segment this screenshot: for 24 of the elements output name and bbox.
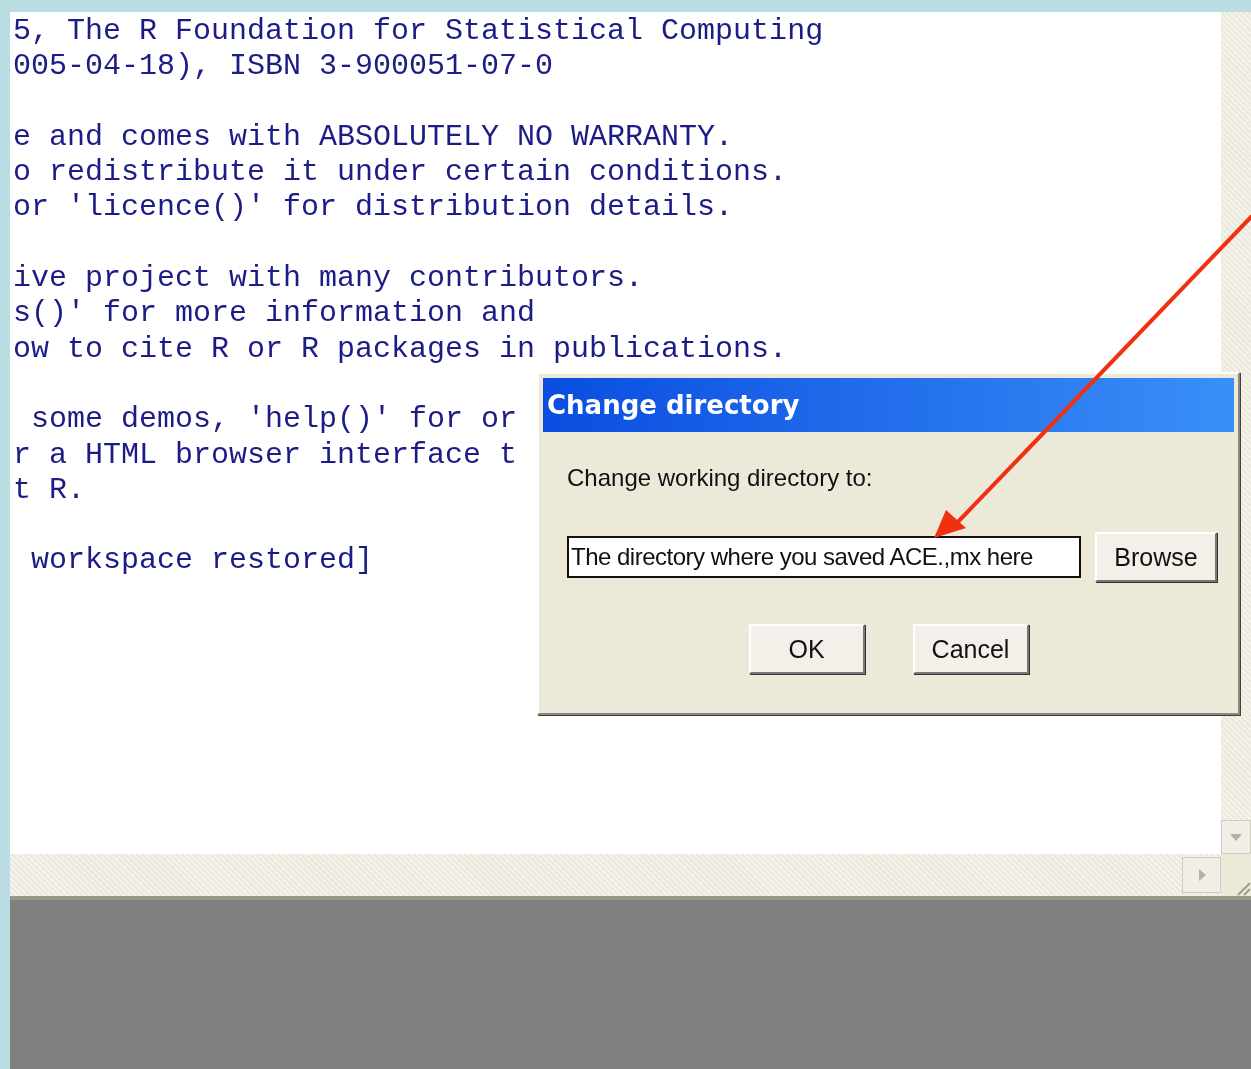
- cancel-button[interactable]: Cancel: [912, 624, 1029, 674]
- console-line: 005-04-18), ISBN 3-900051-07-0: [13, 49, 554, 85]
- scroll-down-button[interactable]: [1221, 820, 1251, 854]
- console-line: s()' for more information and: [13, 296, 536, 332]
- horizontal-scrollbar[interactable]: [10, 854, 1221, 896]
- scroll-right-button[interactable]: [1182, 857, 1221, 893]
- directory-input-field[interactable]: The directory where you saved ACE.,mx here: [567, 536, 1081, 578]
- right-arrow-icon: [1196, 868, 1207, 882]
- resize-grip[interactable]: [1221, 854, 1251, 896]
- console-line: ow to cite R or R packages in publications.: [13, 331, 788, 367]
- field-label: Change working directory to:: [567, 464, 874, 493]
- console-line: r a HTML browser interface t: [13, 437, 518, 473]
- down-arrow-icon: [1229, 832, 1243, 842]
- console-line: o redistribute it under certain conditions.: [13, 155, 788, 191]
- browse-button[interactable]: Browse: [1095, 532, 1217, 582]
- console-line: ive project with many contributors.: [13, 261, 644, 297]
- console-line: some demos, 'help()' for or: [30, 402, 518, 438]
- dialog-title: Change directory: [547, 390, 800, 420]
- console-line: 5, The R Foundation for Statistical Computing: [13, 14, 824, 50]
- console-line: or 'licence()' for distribution details.: [13, 190, 734, 226]
- ok-button[interactable]: OK: [748, 624, 865, 674]
- console-line: workspace restored]: [30, 543, 374, 579]
- console-line: t R.: [13, 472, 85, 509]
- console-line: e and comes with ABSOLUTELY NO WARRANTY.: [13, 119, 734, 156]
